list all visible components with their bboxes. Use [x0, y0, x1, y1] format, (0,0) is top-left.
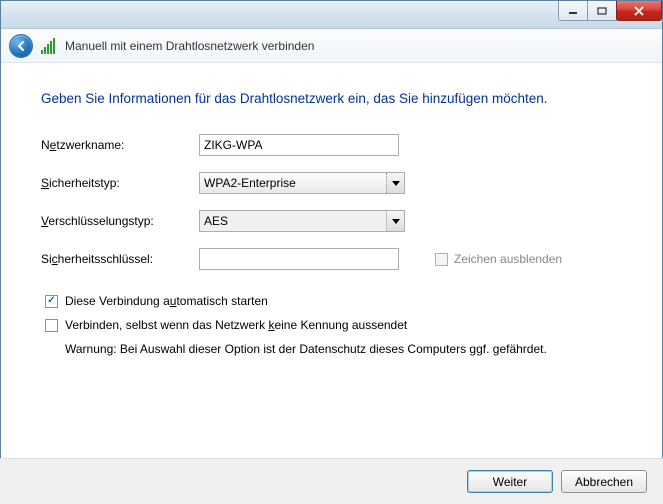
warning-text: Warnung: Bei Auswahl dieser Option ist d…: [65, 342, 622, 356]
wizard-header: Manuell mit einem Drahtlosnetzwerk verbi…: [1, 29, 662, 63]
auto-start-label: Diese Verbindung automatisch starten: [65, 294, 268, 308]
label-security-type: Sicherheitstyp:: [41, 176, 199, 190]
next-button[interactable]: Weiter: [467, 470, 553, 493]
label-security-key: Sicherheitsschlüssel:: [41, 252, 199, 266]
row-security-type: Sicherheitstyp: WPA2-Enterprise: [41, 172, 622, 194]
window-buttons: [558, 1, 662, 21]
security-type-select[interactable]: WPA2-Enterprise: [199, 172, 405, 194]
encryption-type-value: AES: [200, 214, 386, 228]
connect-hidden-checkbox[interactable]: [45, 319, 58, 332]
maximize-button[interactable]: [587, 1, 617, 21]
cancel-button[interactable]: Abbrechen: [561, 470, 647, 493]
dropdown-arrow-icon: [386, 173, 404, 193]
security-type-value: WPA2-Enterprise: [200, 176, 386, 190]
hide-chars-label: Zeichen ausblenden: [454, 252, 562, 266]
encryption-type-select[interactable]: AES: [199, 210, 405, 232]
titlebar: [1, 1, 662, 29]
instruction-text: Geben Sie Informationen für das Drahtlos…: [41, 91, 622, 106]
wizard-title: Manuell mit einem Drahtlosnetzwerk verbi…: [65, 39, 314, 53]
dropdown-arrow-icon: [386, 211, 404, 231]
row-auto-start: Diese Verbindung automatisch starten: [45, 294, 622, 308]
wifi-icon: [41, 38, 57, 54]
connect-hidden-label: Verbinden, selbst wenn das Netzwerk kein…: [65, 318, 407, 332]
auto-start-checkbox[interactable]: [45, 295, 58, 308]
label-network-name: Netzwerkname:: [41, 138, 199, 152]
row-connect-hidden: Verbinden, selbst wenn das Netzwerk kein…: [45, 318, 622, 332]
minimize-button[interactable]: [558, 1, 588, 21]
label-encryption-type: Verschlüsselungstyp:: [41, 214, 199, 228]
hide-chars-checkbox: [435, 253, 448, 266]
back-button[interactable]: [9, 34, 33, 58]
close-button[interactable]: [616, 1, 662, 21]
network-name-input[interactable]: [199, 134, 399, 156]
security-key-input[interactable]: [199, 248, 399, 270]
content-area: Geben Sie Informationen für das Drahtlos…: [1, 63, 662, 376]
row-security-key: Sicherheitsschlüssel: Zeichen ausblenden: [41, 248, 622, 270]
hide-characters-option: Zeichen ausblenden: [435, 252, 562, 266]
footer: Weiter Abbrechen: [0, 458, 663, 504]
row-network-name: Netzwerkname:: [41, 134, 622, 156]
row-encryption-type: Verschlüsselungstyp: AES: [41, 210, 622, 232]
